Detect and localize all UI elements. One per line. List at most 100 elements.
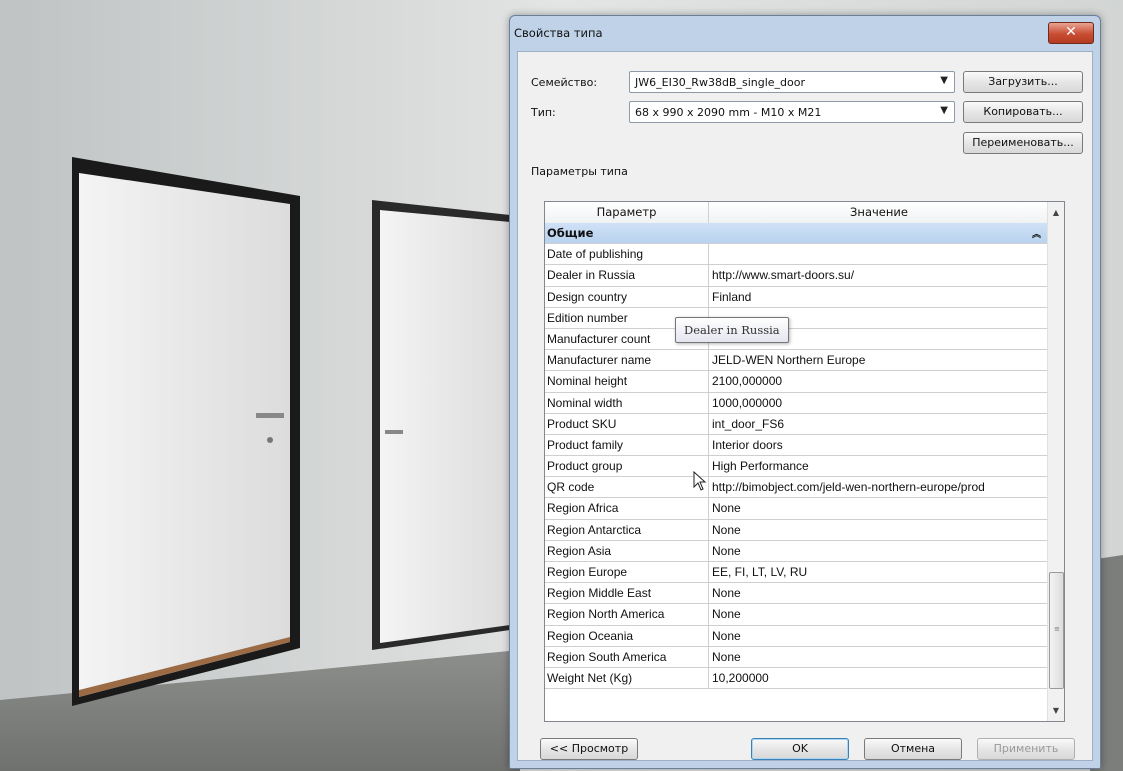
table-row[interactable]: Dealer in Russia http://www.smart-doors.s… — [545, 265, 1049, 287]
table-row[interactable]: Weight Net (Kg) 10,200000 — [545, 667, 1049, 690]
column-divider — [708, 286, 709, 308]
type-label: Тип: — [531, 106, 556, 119]
column-divider — [708, 477, 709, 499]
table-row[interactable]: Manufacturer count — [545, 328, 1049, 351]
door-left — [72, 157, 300, 706]
table-body: Общие ︽ Date of publishing Dealer in Russ… — [545, 223, 1049, 690]
table-row[interactable]: Region Middle East None — [545, 583, 1049, 605]
parameter-value[interactable] — [712, 244, 1048, 264]
parameter-name: Region North America — [547, 607, 665, 622]
parameter-name: Design country — [547, 289, 628, 304]
column-divider — [708, 583, 709, 605]
table-row[interactable]: Region Europe EE, FI, LT, LV, RU — [545, 562, 1049, 584]
rename-button[interactable]: Переименовать... — [963, 132, 1083, 154]
type-select[interactable]: 68 x 990 x 2090 mm - M10 x M21 ▼ — [629, 101, 955, 123]
scrollbar-thumb[interactable]: ≡ — [1049, 572, 1064, 689]
parameter-value[interactable]: int_door_FS6 — [712, 414, 1048, 434]
table-header: Параметр Значение — [545, 202, 1050, 224]
chevron-down-icon: ▼ — [940, 105, 948, 116]
column-divider — [708, 540, 709, 562]
table-row[interactable]: Nominal width 1000,000000 — [545, 392, 1049, 414]
table-row[interactable]: Product family Interior doors — [545, 434, 1049, 457]
parameter-value[interactable]: High Performance — [712, 456, 1048, 476]
parameter-value[interactable]: None — [712, 647, 1048, 667]
close-icon: ✕ — [1065, 24, 1077, 40]
parameter-name: Region Africa — [547, 501, 619, 516]
copy-button[interactable]: Копировать... — [963, 101, 1083, 123]
parameter-value[interactable]: 2100,000000 — [712, 371, 1048, 391]
type-properties-dialog: Свойства типа ✕ Семейство: JW6_EI30_Rw38… — [509, 15, 1101, 769]
parameter-value[interactable]: EE, FI, LT, LV, RU — [712, 562, 1048, 582]
table-row[interactable]: Region South America None — [545, 646, 1049, 668]
family-select[interactable]: JW6_EI30_Rw38dB_single_door ▼ — [629, 71, 955, 93]
parameter-name: Nominal width — [547, 395, 623, 410]
chevron-down-icon: ▼ — [940, 75, 948, 86]
table-row[interactable]: Region Africa None — [545, 498, 1049, 520]
parameter-name: Product group — [547, 459, 623, 474]
table-row[interactable]: Region Asia None — [545, 540, 1049, 562]
parameter-name: Product family — [547, 437, 624, 452]
scroll-up-icon[interactable]: ▲ — [1048, 204, 1064, 221]
parameter-value[interactable]: None — [712, 520, 1048, 540]
column-divider — [708, 434, 709, 456]
column-header-parameter[interactable]: Параметр — [545, 202, 709, 223]
cancel-button[interactable]: Отмена — [864, 738, 962, 760]
grip-icon: ≡ — [1054, 625, 1060, 633]
parameter-name: Region Asia — [547, 543, 612, 558]
column-divider — [708, 667, 709, 689]
parameter-value[interactable]: JELD-WEN Northern Europe — [712, 350, 1048, 370]
table-row[interactable]: Design country Finland — [545, 286, 1049, 308]
table-row[interactable]: Region Antarctica None — [545, 519, 1049, 541]
column-divider — [708, 625, 709, 647]
parameter-value[interactable]: None — [712, 583, 1048, 603]
table-row[interactable]: Date of publishing — [545, 244, 1049, 266]
parameter-name: Region Middle East — [547, 586, 652, 601]
parameter-value[interactable]: None — [712, 626, 1048, 646]
parameter-value[interactable]: http://www.smart-doors.su/ — [712, 265, 1048, 285]
preview-button[interactable]: << Просмотр — [540, 738, 638, 760]
parameter-name: Region Europe — [547, 565, 628, 579]
parameter-value[interactable]: None — [712, 604, 1048, 624]
scroll-down-icon[interactable]: ▼ — [1048, 702, 1064, 719]
parameter-value[interactable]: Finland — [712, 287, 1048, 307]
column-divider — [708, 244, 709, 266]
column-divider — [708, 350, 709, 372]
table-row[interactable]: Edition number — [545, 307, 1049, 329]
table-row[interactable]: Product SKU int_door_FS6 — [545, 413, 1049, 435]
dialog-title: Свойства типа — [514, 26, 603, 40]
table-row[interactable]: Region Oceania None — [545, 625, 1049, 647]
column-divider — [708, 562, 709, 583]
load-button[interactable]: Загрузить... — [963, 71, 1083, 93]
dialog-titlebar[interactable]: Свойства типа ✕ — [510, 16, 1100, 50]
parameter-name: Region Antarctica — [547, 522, 642, 537]
parameter-value[interactable]: http://bimobject.com/jeld-wen-northern-e… — [712, 477, 1048, 497]
tooltip: Dealer in Russia — [675, 317, 789, 343]
ok-button[interactable]: OK — [751, 738, 849, 760]
column-divider — [708, 519, 709, 541]
group-row-general[interactable]: Общие ︽ — [545, 223, 1049, 245]
apply-button[interactable]: Применить — [977, 738, 1075, 760]
column-divider — [708, 604, 709, 626]
column-divider — [708, 498, 709, 520]
family-value: JW6_EI30_Rw38dB_single_door — [635, 76, 806, 89]
parameter-value[interactable]: None — [712, 541, 1048, 561]
column-divider — [708, 456, 709, 478]
collapse-icon[interactable]: ︽ — [1032, 227, 1041, 240]
parameter-value[interactable]: 1000,000000 — [712, 393, 1048, 413]
table-row[interactable]: QR code http://bimobject.com/jeld-wen-nor… — [545, 477, 1049, 499]
parameter-name: Dealer in Russia — [547, 268, 636, 283]
vertical-scrollbar[interactable]: ▲ ≡ ▼ — [1047, 202, 1064, 721]
parameter-value[interactable]: Interior doors — [712, 435, 1048, 455]
column-header-value[interactable]: Значение — [709, 202, 1050, 223]
parameter-name: Region South America — [547, 649, 667, 664]
table-row[interactable]: Region North America None — [545, 604, 1049, 626]
group-label: Общие — [547, 226, 594, 240]
type-parameters-table: Параметр Значение Общие ︽ Date of publis… — [544, 201, 1065, 722]
parameter-value[interactable]: 10,200000 — [712, 668, 1048, 688]
table-row[interactable]: Manufacturer name JELD-WEN Northern Europ… — [545, 350, 1049, 372]
parameter-value[interactable]: None — [712, 498, 1048, 518]
parameter-name: Product SKU — [547, 416, 617, 431]
table-row[interactable]: Product group High Performance — [545, 456, 1049, 478]
table-row[interactable]: Nominal height 2100,000000 — [545, 371, 1049, 393]
close-button[interactable]: ✕ — [1048, 22, 1094, 44]
